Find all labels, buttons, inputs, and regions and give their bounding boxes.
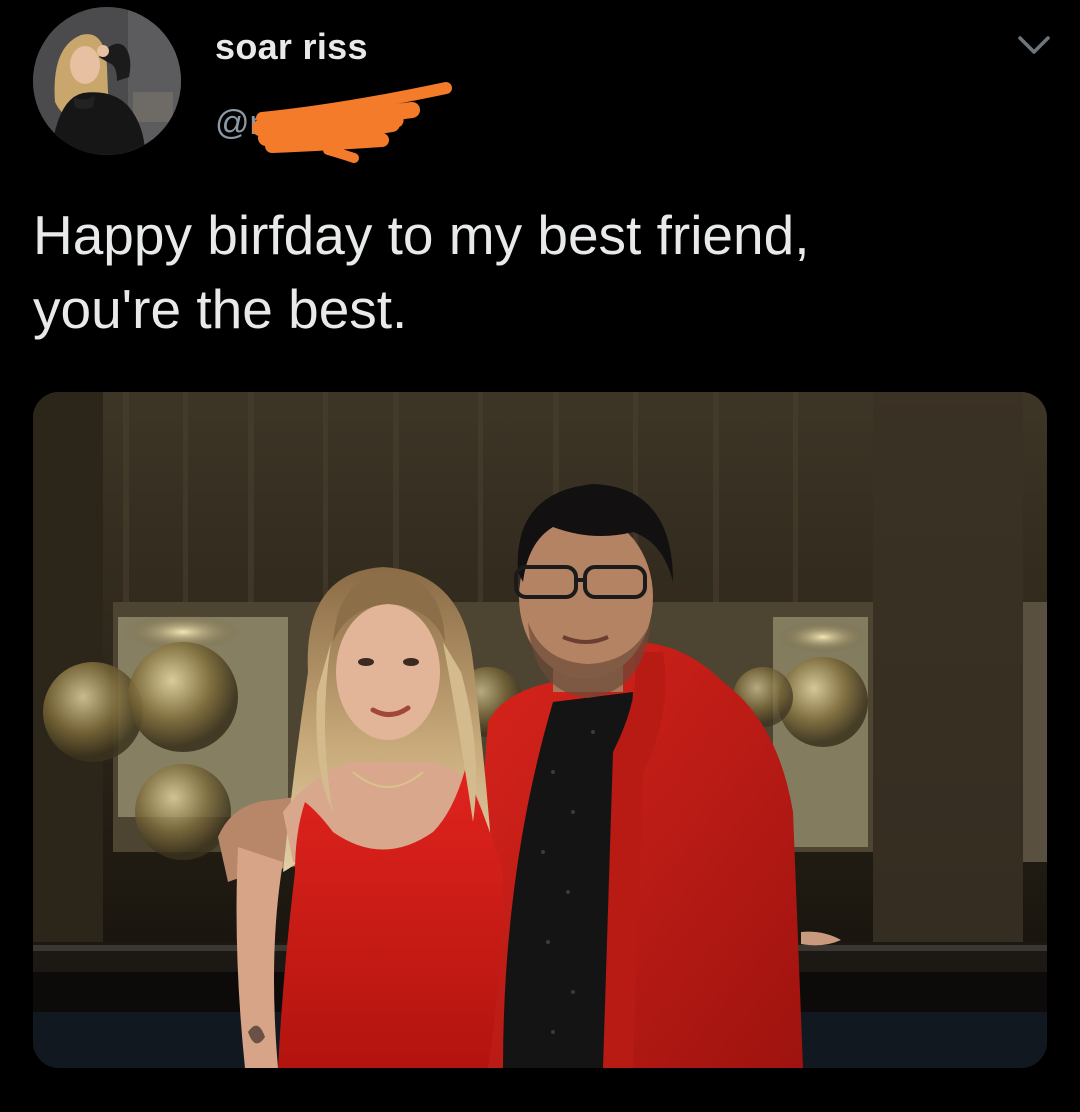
chevron-down-icon[interactable]	[1014, 30, 1054, 60]
tweet-photo[interactable]	[33, 392, 1047, 1068]
photo-illustration	[33, 392, 1047, 1068]
avatar[interactable]	[33, 7, 181, 155]
avatar-image	[33, 7, 181, 155]
tweet: soar riss @m Happy birfday to my best fr…	[0, 0, 1080, 1112]
redaction-scribble	[252, 82, 452, 163]
author-display-name[interactable]: soar riss	[215, 26, 368, 68]
tweet-text: Happy birfday to my best friend, you're …	[33, 204, 810, 340]
